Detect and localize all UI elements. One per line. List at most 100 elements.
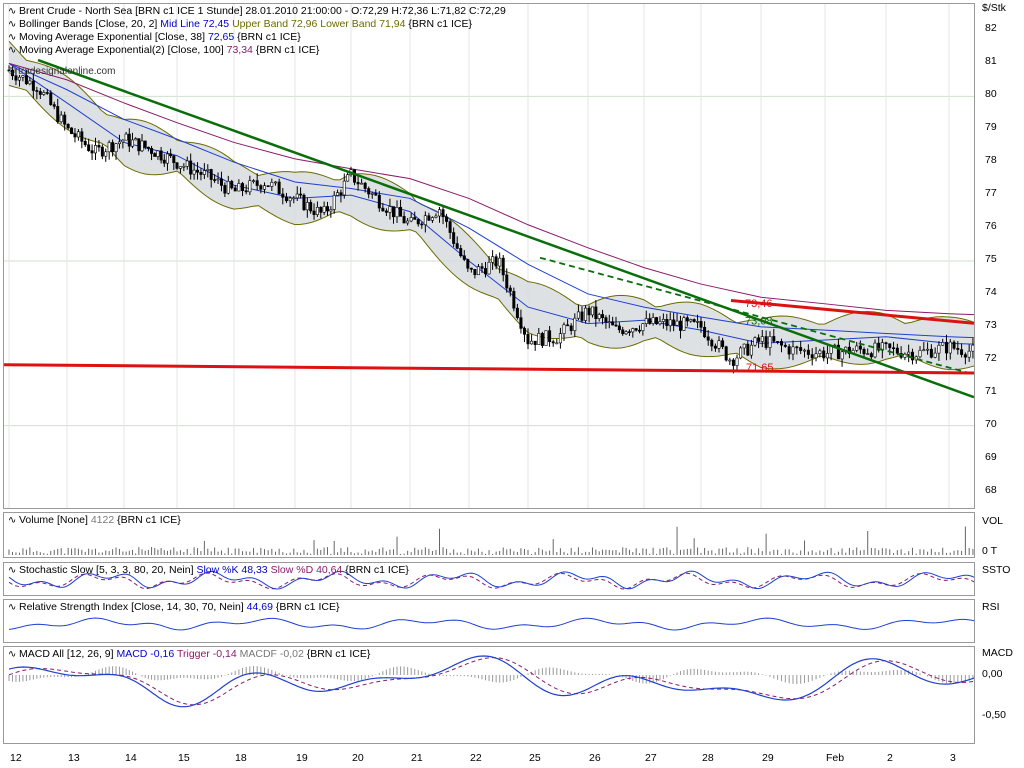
bollinger-source: {BRN c1 ICE} (408, 18, 473, 30)
candle-body (305, 202, 309, 211)
candle-body (104, 151, 108, 157)
candle-body (391, 206, 395, 218)
price-tick-label: 70 (985, 417, 997, 430)
candle-body (255, 180, 259, 186)
candle-body (270, 182, 274, 187)
price-pane[interactable]: 73,46 73,08 71,65 ∿ Brent Crude - North Sea… (3, 3, 975, 509)
time-tick-label: 18 (235, 752, 247, 764)
time-tick-label: 26 (589, 752, 601, 764)
support-label: 71,65 (746, 362, 774, 374)
candle-body (562, 324, 566, 334)
candle-body (360, 182, 364, 185)
resistance-label: 73,46 (745, 298, 773, 310)
ema2-legend: ∿ Moving Average Exponential(2) [Close, 1… (8, 44, 319, 56)
time-tick-label: 12 (10, 752, 22, 764)
candle-body (818, 350, 822, 355)
volume-label: Volume [None] (19, 514, 88, 526)
candle-body (28, 80, 32, 85)
candle-body (533, 340, 537, 345)
candle-body (668, 319, 672, 327)
candle-body (551, 341, 555, 344)
candle-body (223, 185, 227, 194)
candle-body (137, 138, 141, 152)
candle-body (80, 131, 84, 142)
candle-body (746, 343, 750, 356)
candle-body (97, 145, 101, 148)
candle-body (70, 127, 74, 134)
candle-body (742, 343, 746, 349)
candle-body (627, 331, 631, 333)
candle-body (370, 193, 374, 195)
candle-body (259, 185, 263, 190)
candle-body (226, 180, 230, 194)
candle-body (806, 349, 810, 355)
candle-body (299, 193, 303, 196)
candle-body (374, 193, 378, 196)
candle-body (855, 345, 859, 351)
candle-body (66, 124, 70, 129)
candle-body (169, 153, 173, 157)
candle-body (448, 221, 452, 233)
price-tick-label: 69 (985, 450, 997, 463)
rsi-axis-label: RSI (982, 601, 1000, 613)
candle-body (127, 133, 131, 147)
macd-pane[interactable]: ∿ MACD All [12, 26, 9] MACD -0,16 Trigger… (3, 646, 975, 744)
candle-body (689, 319, 693, 322)
candle-body (869, 353, 873, 358)
ema1-legend: ∿ Moving Average Exponential [Close, 38] … (8, 31, 301, 43)
rsi-pane[interactable]: ∿ Relative Strength Index [Close, 14, 30,… (3, 599, 975, 643)
candle-body (427, 215, 431, 221)
price-tick-label: 71 (985, 384, 997, 397)
macd-tick-neg: -0,50 (982, 709, 1006, 721)
price-tick-label: 79 (985, 121, 997, 134)
candle-body (165, 153, 169, 164)
time-tick-label: 19 (296, 752, 308, 764)
candle-body (558, 333, 562, 344)
candle-body (219, 178, 223, 186)
candle-body (206, 169, 210, 171)
candle-body (952, 341, 956, 349)
candle-body (76, 131, 80, 138)
candle-body (903, 353, 907, 358)
volume-pane[interactable]: ∿ Volume [None] 4122 {BRN c1 ICE} (3, 512, 975, 558)
candle-body (462, 255, 466, 260)
stochastic-label: Stochastic Slow [5, 3, 3, 80, 20, Nein] (19, 564, 194, 576)
macd-line (8, 655, 974, 708)
candle-body (56, 106, 60, 123)
volume-value: 4122 (90, 514, 115, 526)
unit-label: $/Stk (982, 2, 1006, 14)
candle-body (721, 340, 725, 347)
candle-body (614, 324, 618, 327)
stochastic-pane[interactable]: ∿ Stochastic Slow [5, 3, 3, 80, 20, Nein]… (3, 562, 975, 596)
instrument-legend: ∿ Brent Crude - North Sea [BRN c1 ICE 1 S… (8, 5, 506, 17)
time-tick-label: 22 (470, 752, 482, 764)
price-tick-label: 80 (985, 88, 997, 101)
candle-body (233, 187, 237, 192)
candle-body (277, 181, 281, 195)
candle-body (459, 248, 463, 257)
candle-body (473, 269, 477, 276)
candle-body (192, 169, 196, 175)
candle-body (678, 320, 682, 331)
candle-body (617, 325, 621, 331)
time-tick-label: 3 (950, 752, 956, 764)
candle-body (696, 321, 700, 323)
candle-body (760, 336, 764, 342)
rsi-label: Relative Strength Index [Close, 14, 30, … (19, 601, 244, 613)
macdf-value: MACDF -0,02 (239, 648, 304, 660)
candle-body (717, 340, 721, 349)
candle-body (544, 330, 548, 346)
indicator-wave-icon: ∿ (8, 45, 17, 56)
candle-body (480, 266, 484, 269)
candle-body (858, 345, 862, 350)
candle-body (309, 202, 313, 212)
candle-body (814, 353, 818, 359)
price-chart: 73,46 73,08 71,65 (4, 4, 974, 508)
ema2-source: {BRN c1 ICE} (255, 44, 320, 56)
candle-body (336, 192, 340, 196)
bollinger-lower-value: Lower Band 71,94 (320, 18, 406, 30)
candle-body (779, 341, 783, 346)
candle-body (580, 311, 584, 321)
candle-body (90, 150, 94, 154)
trend-line-3 (4, 363, 974, 375)
